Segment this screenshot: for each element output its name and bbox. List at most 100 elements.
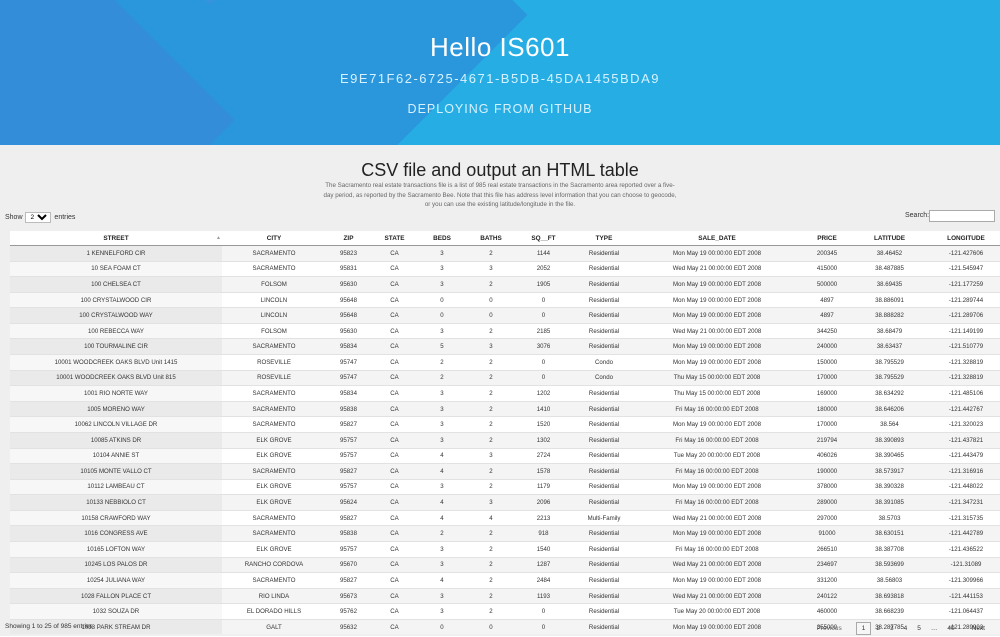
table-cell-state: CA [371, 463, 418, 480]
table-cell-baths: 2 [466, 400, 516, 417]
column-header-street[interactable]: STREET ▲ [10, 231, 222, 246]
table-cell-zip: 95747 [326, 369, 371, 386]
table-cell-longitude: -121.064437 [922, 603, 1000, 620]
column-header-sq-ft[interactable]: SQ__FT [516, 231, 571, 246]
pagination-page-button[interactable]: 2 [871, 623, 885, 634]
column-header-baths[interactable]: BATHS [466, 231, 516, 246]
table-cell-city: ELK GROVE [222, 447, 326, 464]
column-header-price[interactable]: PRICE [797, 231, 857, 246]
table-cell-street: 100 REBECCA WAY [10, 322, 222, 339]
pagination-next-button[interactable]: Next [967, 623, 990, 634]
table-cell-price: 4897 [797, 291, 857, 308]
table-cell-sq-ft: 3076 [516, 338, 571, 355]
column-header-latitude[interactable]: LATITUDE [857, 231, 922, 246]
pagination-page-button[interactable]: 4 [899, 623, 913, 634]
table-cell-price: 91000 [797, 525, 857, 542]
table-cell-baths: 2 [466, 245, 516, 262]
table-cell-type: Residential [571, 385, 637, 402]
table-cell-latitude: 38.387708 [857, 540, 922, 558]
table-cell-type: Condo [571, 354, 637, 371]
column-header-type[interactable]: TYPE [571, 231, 637, 246]
table-row: 10158 CRAWFORD WAY SACRAMENTO 95827 CA 4 4 221… [10, 509, 1000, 526]
table-cell-price: 200345 [797, 245, 857, 262]
table-cell-longitude: -121.149199 [922, 322, 1000, 339]
table-cell-longitude: -121.437821 [922, 431, 1000, 449]
table-cell-sale-date: Mon May 19 00:00:00 EDT 2008 [637, 525, 797, 542]
table-cell-longitude: -121.485106 [922, 385, 1000, 402]
table-cell-beds: 3 [418, 587, 466, 604]
table-cell-type: Residential [571, 540, 637, 558]
table-cell-sale-date: Fri May 16 00:00:00 EDT 2008 [637, 540, 797, 558]
table-cell-sale-date: Mon May 19 00:00:00 EDT 2008 [637, 478, 797, 495]
pagination-page-button[interactable]: 1 [855, 622, 872, 635]
pagination-page-button[interactable]: 5 [912, 623, 926, 634]
table-cell-type: Residential [571, 416, 637, 433]
table-cell-price: 289000 [797, 494, 857, 511]
table-cell-baths: 0 [466, 618, 516, 635]
column-header-beds[interactable]: BEDS [418, 231, 466, 246]
table-cell-city: EL DORADO HILLS [222, 603, 326, 620]
table-cell-price: 150000 [797, 354, 857, 371]
table-cell-latitude: 38.69435 [857, 276, 922, 293]
table-cell-zip: 95624 [326, 494, 371, 511]
table-cell-state: CA [371, 478, 418, 495]
table-cell-city: ROSEVILLE [222, 354, 326, 371]
table-cell-state: CA [371, 447, 418, 464]
table-row: 1 KENNELFORD CIR SACRAMENTO 95823 CA 3 2 1144 R… [10, 245, 1000, 262]
entries-per-page-select[interactable]: 25 [25, 212, 52, 223]
table-cell-price: 170000 [797, 416, 857, 433]
table-cell-city: FOLSOM [222, 322, 326, 339]
column-header-state[interactable]: STATE [371, 231, 418, 246]
table-cell-baths: 2 [466, 603, 516, 620]
table-cell-state: CA [371, 540, 418, 558]
table-cell-longitude: -121.347231 [922, 494, 1000, 511]
table-cell-sale-date: Mon May 19 00:00:00 EDT 2008 [637, 245, 797, 262]
search-input[interactable] [929, 210, 995, 222]
column-header-sale-date[interactable]: SALE_DATE [637, 231, 797, 246]
table-cell-longitude: -121.309966 [922, 572, 1000, 589]
table-cell-sale-date: Mon May 19 00:00:00 EDT 2008 [637, 354, 797, 371]
table-cell-street: 10254 JULIANA WAY [10, 572, 222, 589]
column-header-zip[interactable]: ZIP [326, 231, 371, 246]
table-cell-state: CA [371, 509, 418, 526]
table-cell-type: Residential [571, 447, 637, 464]
column-header-city[interactable]: CITY [222, 231, 326, 246]
table-cell-street: 1001 RIO NORTE WAY [10, 385, 222, 402]
table-cell-baths: 2 [466, 540, 516, 558]
table-cell-sq-ft: 0 [516, 618, 571, 635]
table-cell-state: CA [371, 291, 418, 308]
table-cell-zip: 95823 [326, 245, 371, 262]
table-cell-zip: 95834 [326, 338, 371, 355]
table-cell-beds: 0 [418, 291, 466, 308]
table-cell-price: 344250 [797, 322, 857, 339]
table-cell-city: SACRAMENTO [222, 525, 326, 542]
table-cell-sale-date: Mon May 19 00:00:00 EDT 2008 [637, 572, 797, 589]
table-cell-price: 240122 [797, 587, 857, 604]
table-cell-baths: 4 [466, 509, 516, 526]
table-row: 100 TOURMALINE CIR SACRAMENTO 95834 CA 5 3 307… [10, 338, 1000, 355]
table-cell-sq-ft: 1520 [516, 416, 571, 433]
column-header-longitude[interactable]: LONGITUDE [922, 231, 1000, 246]
table-cell-sq-ft: 2213 [516, 509, 571, 526]
pagination-previous-button[interactable]: Previous [811, 623, 846, 634]
table-row: 10165 LOFTON WAY ELK GROVE 95757 CA 3 2 1540 Re… [10, 540, 1000, 558]
pagination-page-button[interactable]: 40 [942, 623, 959, 634]
table-cell-beds: 4 [418, 494, 466, 511]
table-cell-beds: 3 [418, 260, 466, 277]
table-cell-city: SACRAMENTO [222, 245, 326, 262]
table-cell-city: GALT [222, 618, 326, 635]
table-cell-state: CA [371, 260, 418, 277]
table-cell-price: 4897 [797, 307, 857, 324]
table-cell-sq-ft: 0 [516, 369, 571, 386]
table-cell-sq-ft: 2096 [516, 494, 571, 511]
table-cell-longitude: -121.442789 [922, 525, 1000, 542]
table-cell-type: Residential [571, 618, 637, 635]
table-cell-type: Residential [571, 525, 637, 542]
table-cell-price: 331200 [797, 572, 857, 589]
table-cell-type: Residential [571, 463, 637, 480]
table-cell-baths: 3 [466, 494, 516, 511]
table-cell-baths: 3 [466, 260, 516, 277]
table-cell-price: 266510 [797, 540, 857, 558]
pagination-page-button[interactable]: 3 [885, 623, 899, 634]
table-cell-beds: 3 [418, 385, 466, 402]
